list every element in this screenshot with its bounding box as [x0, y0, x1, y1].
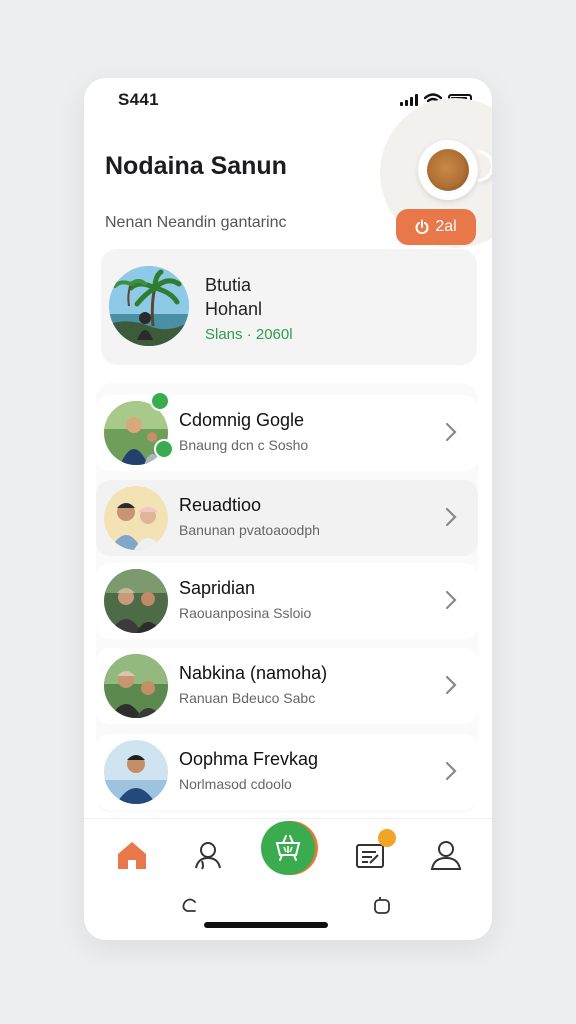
home-indicator[interactable] — [204, 922, 328, 928]
power-icon — [415, 219, 429, 235]
page-subtitle: Nenan Neandin gantarinc — [105, 214, 287, 231]
back-gesture-icon[interactable] — [180, 896, 200, 916]
contact-subtitle: Norlmasod cdoolo — [179, 776, 292, 792]
chevron-right-icon — [445, 507, 457, 527]
tab-contacts[interactable] — [182, 829, 234, 881]
tab-home[interactable] — [106, 829, 158, 881]
contact-name: Sapridian — [179, 578, 256, 598]
verified-badge-icon — [150, 391, 170, 411]
contact-subtitle: Banunan pvatoaoodph — [179, 522, 320, 538]
online-badge-icon — [154, 439, 174, 459]
contact-name: Cdomnig Gogle — [179, 410, 305, 430]
profile-name-line1: Btutia — [205, 275, 252, 295]
profile-name-line2: Hohanl — [205, 299, 263, 319]
contacts-icon — [195, 842, 221, 870]
list-item[interactable]: Cdomnig Gogle Bnaung dcn c Sosho — [96, 391, 478, 471]
header-action-label: 2al — [435, 218, 457, 235]
contact-subtitle: Ranuan Bdeuco Sabc — [179, 690, 316, 706]
profile-avatar — [109, 266, 189, 346]
list-item[interactable]: Sapridian Raouanposina Ssloio — [96, 563, 478, 639]
chevron-right-icon — [445, 761, 457, 781]
avatar — [104, 486, 168, 550]
page-title: Nodaina Sanun — [105, 152, 287, 180]
avatar — [104, 654, 168, 718]
contact-list: Cdomnig Gogle Bnaung dcn c Sosho Reuadti… — [96, 383, 478, 813]
home-icon — [118, 842, 146, 869]
avatar — [104, 569, 168, 633]
basket-icon — [275, 835, 301, 861]
chevron-right-icon — [445, 675, 457, 695]
contact-subtitle: Bnaung dcn c Sosho — [179, 437, 309, 453]
list-item[interactable]: Reuadtioo Banunan pvatoaoodph — [96, 480, 478, 556]
profile-icon — [430, 841, 462, 870]
contact-name: Reuadtioo — [179, 495, 262, 515]
header-action-button[interactable]: 2al — [396, 209, 476, 245]
contact-name: Nabkina (namoha) — [179, 663, 328, 683]
profile-card[interactable]: Btutia Hohanl Slans · 2060l — [101, 249, 477, 365]
chevron-right-icon — [445, 422, 457, 442]
tab-profile[interactable] — [420, 829, 472, 881]
list-item[interactable]: Nabkina (namoha) Ranuan Bdeuco Sabc — [96, 648, 478, 724]
tab-basket[interactable] — [261, 821, 315, 875]
profile-meta: Slans · 2060l — [205, 326, 293, 343]
status-time: S441 — [118, 90, 159, 109]
notification-badge-icon — [378, 829, 396, 847]
signal-icon — [400, 94, 418, 106]
phone-screen: S441 Nodaina Sanun Nenan Neandin gantari… — [84, 78, 492, 940]
list-item[interactable]: Oophma Frevkag Norlmasod cdoolo — [96, 734, 478, 810]
contact-name: Oophma Frevkag — [179, 749, 319, 769]
tab-tasks[interactable] — [344, 829, 396, 881]
tabs-overview-icon[interactable] — [372, 896, 392, 916]
avatar — [104, 740, 168, 804]
profile-name: Btutia Hohanl — [205, 273, 262, 321]
chevron-right-icon — [445, 590, 457, 610]
coffee-cup-icon — [418, 140, 478, 200]
contact-subtitle: Raouanposina Ssloio — [179, 605, 312, 621]
